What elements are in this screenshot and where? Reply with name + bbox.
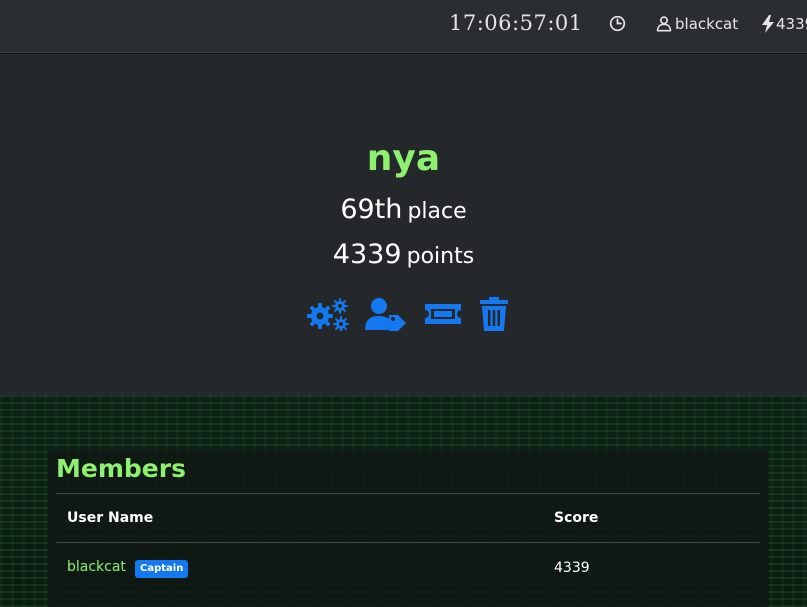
points-label: points (406, 244, 475, 269)
captain-badge: Captain (135, 560, 189, 578)
user-icon[interactable] (656, 15, 672, 32)
settings-gears-icon[interactable] (305, 297, 349, 331)
nav-points[interactable]: 4339 (776, 15, 807, 33)
members-panel: Members User Name Score blackcat Captain… (48, 450, 768, 607)
team-actions (305, 297, 515, 333)
team-place: 69th place (0, 194, 807, 225)
column-header-score: Score (554, 510, 599, 526)
ticket-icon[interactable] (423, 297, 463, 331)
countdown-clock: 17:06:57:01 (449, 11, 583, 35)
place-label: place (407, 199, 467, 224)
member-score: 4339 (554, 560, 590, 576)
top-navbar: 17:06:57:01 blackcat 4339 (0, 0, 807, 53)
member-name-link[interactable]: blackcat (67, 559, 126, 575)
place-value: 69th (340, 194, 403, 225)
trash-icon[interactable] (479, 297, 509, 331)
points-value: 4339 (332, 239, 402, 270)
title-divider (56, 493, 760, 494)
team-points: 4339 points (0, 239, 807, 270)
user-tag-icon[interactable] (365, 297, 407, 331)
members-title: Members (56, 454, 186, 483)
clock-icon[interactable] (609, 15, 626, 32)
nav-username[interactable]: blackcat (675, 15, 738, 33)
team-name: nya (366, 138, 441, 179)
bolt-icon (762, 15, 774, 33)
column-header-username: User Name (67, 510, 154, 526)
header-divider (56, 542, 760, 543)
team-header: nya 69th place 4339 points (0, 54, 807, 395)
